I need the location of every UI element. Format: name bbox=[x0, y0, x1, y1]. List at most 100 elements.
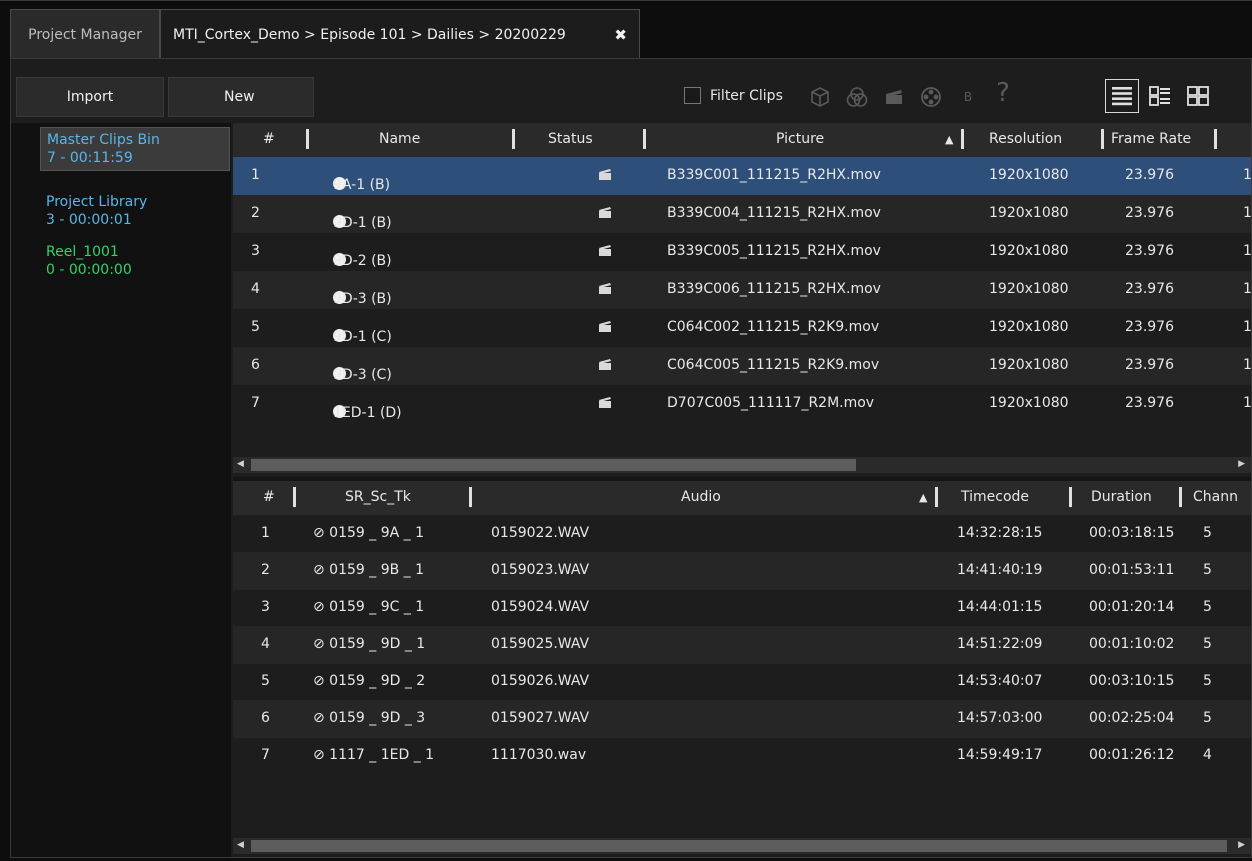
cell-extra: 1 bbox=[1243, 281, 1251, 297]
col-header-num[interactable]: # bbox=[263, 131, 275, 147]
filter-clips-checkbox[interactable] bbox=[684, 87, 701, 104]
cell-sr-sc-tk: ⊘ 0159 _ 9B _ 1 bbox=[313, 562, 425, 578]
cell-num: 4 bbox=[261, 636, 270, 652]
table-row[interactable]: 4 9D-3 (B) B339C006_111215_R2HX.mov 1920x10… bbox=[233, 271, 1251, 309]
cell-frame-rate: 23.976 bbox=[1125, 357, 1174, 373]
bin-name: Master Clips Bin bbox=[47, 132, 160, 148]
table-row[interactable]: 6 ⊘ 0159 _ 9D _ 3 0159027.WAV 14:57:03:00 00… bbox=[233, 700, 1251, 738]
cell-extra: 1 bbox=[1243, 243, 1251, 259]
filter-clips-label: Filter Clips bbox=[710, 87, 783, 104]
cell-frame-rate: 23.976 bbox=[1125, 319, 1174, 335]
color-circles-icon[interactable] bbox=[845, 85, 869, 109]
clip-name: 9D-3 (B) bbox=[333, 291, 392, 307]
bin-sidebar: Master Clips Bin 7 - 00:11:59 Project Li… bbox=[11, 123, 231, 857]
cell-timecode: 14:32:28:15 bbox=[957, 525, 1043, 541]
new-button[interactable]: New bbox=[168, 77, 314, 117]
scroll-left-icon[interactable]: ◀ bbox=[237, 840, 244, 850]
table-row[interactable]: 1 ⊘ 0159 _ 9A _ 1 0159022.WAV 14:32:28:15 00… bbox=[233, 515, 1251, 553]
table-row[interactable]: 7 1ED-1 (D) D707C005_111117_R2M.mov 1920x10… bbox=[233, 385, 1251, 423]
help-icon[interactable]: ? bbox=[991, 78, 1015, 108]
bin-project-library[interactable]: Project Library 3 - 00:00:01 bbox=[40, 190, 230, 232]
tab-strip: Project Manager MTI_Cortex_Demo > Episod… bbox=[0, 0, 1252, 62]
bin-master-clips[interactable]: Master Clips Bin 7 - 00:11:59 bbox=[40, 127, 230, 171]
cell-num: 3 bbox=[261, 599, 270, 615]
table-row[interactable]: 4 ⊘ 0159 _ 9D _ 1 0159025.WAV 14:51:22:09 00… bbox=[233, 626, 1251, 664]
cell-channels: 5 bbox=[1203, 636, 1212, 652]
cell-audio: 0159027.WAV bbox=[491, 710, 590, 726]
tab-dailies[interactable]: MTI_Cortex_Demo > Episode 101 > Dailies … bbox=[160, 9, 640, 60]
sort-asc-icon[interactable]: ▲ bbox=[945, 133, 953, 146]
table-row[interactable]: 5 ⊘ 0159 _ 9D _ 2 0159026.WAV 14:53:40:07 00… bbox=[233, 663, 1251, 701]
cell-extra: 1 bbox=[1243, 167, 1251, 183]
scrollbar-thumb[interactable] bbox=[251, 840, 1227, 852]
scrollbar-thumb[interactable] bbox=[251, 459, 856, 471]
cell-timecode: 14:59:49:17 bbox=[957, 747, 1043, 763]
grid-view-icon[interactable] bbox=[1181, 79, 1215, 113]
film-reel-icon[interactable] bbox=[919, 85, 943, 109]
cell-frame-rate: 23.976 bbox=[1125, 167, 1174, 183]
cell-picture: D707C005_111117_R2M.mov bbox=[667, 395, 875, 411]
tab-project-manager[interactable]: Project Manager bbox=[10, 9, 160, 60]
clapperboard-icon[interactable] bbox=[882, 85, 906, 109]
col-header-sr-sc-tk[interactable]: SR_Sc_Tk bbox=[345, 489, 411, 505]
clapperboard-icon bbox=[599, 283, 611, 294]
cell-channels: 5 bbox=[1203, 673, 1212, 689]
cell-audio: 0159025.WAV bbox=[491, 636, 590, 652]
tab-label: MTI_Cortex_Demo > Episode 101 > Dailies … bbox=[173, 27, 566, 43]
cell-resolution: 1920x1080 bbox=[989, 319, 1069, 335]
col-header-channels[interactable]: Chann bbox=[1193, 489, 1238, 505]
cell-resolution: 1920x1080 bbox=[989, 205, 1069, 221]
cell-picture: C064C002_111215_R2K9.mov bbox=[667, 319, 880, 335]
cell-extra: 1 bbox=[1243, 205, 1251, 221]
clip-name: 9A-1 (B) bbox=[333, 177, 391, 193]
table-row[interactable]: 1 9A-1 (B) B339C001_111215_R2HX.mov 1920x10… bbox=[233, 157, 1251, 195]
sort-asc-icon[interactable]: ▲ bbox=[919, 491, 927, 504]
cell-sr-sc-tk: ⊘ 1117 _ 1ED _ 1 bbox=[313, 747, 435, 763]
cell-num: 4 bbox=[251, 281, 260, 297]
cell-num: 7 bbox=[251, 395, 260, 411]
scroll-left-icon[interactable]: ◀ bbox=[237, 459, 244, 469]
filter-clips-toggle[interactable]: Filter Clips bbox=[684, 87, 783, 104]
table-row[interactable]: 2 9D-1 (B) B339C004_111215_R2HX.mov 1920x10… bbox=[233, 195, 1251, 233]
col-header-audio[interactable]: Audio bbox=[681, 489, 721, 505]
cell-picture: C064C005_111215_R2K9.mov bbox=[667, 357, 880, 373]
audio-horizontal-scrollbar[interactable]: ◀ ▶ bbox=[233, 838, 1251, 854]
import-button[interactable]: Import bbox=[16, 77, 164, 117]
detail-view-icon[interactable] bbox=[1143, 79, 1177, 113]
bin-name: Project Library bbox=[46, 194, 148, 210]
table-row[interactable]: 7 ⊘ 1117 _ 1ED _ 1 1117030.wav 14:59:49:17 0… bbox=[233, 737, 1251, 775]
col-header-resolution[interactable]: Resolution bbox=[989, 131, 1062, 147]
cell-picture: B339C001_111215_R2HX.mov bbox=[667, 167, 881, 183]
col-header-duration[interactable]: Duration bbox=[1091, 489, 1152, 505]
bin-reel-1001[interactable]: Reel_1001 0 - 00:00:00 bbox=[40, 240, 230, 282]
scroll-right-icon[interactable]: ▶ bbox=[1238, 459, 1245, 469]
b-icon[interactable]: B bbox=[956, 85, 980, 109]
cell-duration: 00:01:26:12 bbox=[1089, 747, 1175, 763]
cell-timecode: 14:53:40:07 bbox=[957, 673, 1043, 689]
cell-num: 3 bbox=[251, 243, 260, 259]
cell-num: 1 bbox=[251, 167, 260, 183]
table-row[interactable]: 6 9D-3 (C) C064C005_111215_R2K9.mov 1920x10… bbox=[233, 347, 1251, 385]
col-header-timecode[interactable]: Timecode bbox=[961, 489, 1029, 505]
table-row[interactable]: 2 ⊘ 0159 _ 9B _ 1 0159023.WAV 14:41:40:19 00… bbox=[233, 552, 1251, 590]
cell-timecode: 14:44:01:15 bbox=[957, 599, 1043, 615]
col-header-frame-rate[interactable]: Frame Rate bbox=[1111, 131, 1191, 147]
clip-name: 9D-1 (C) bbox=[333, 329, 392, 345]
col-header-picture[interactable]: Picture bbox=[776, 131, 824, 147]
table-row[interactable]: 5 9D-1 (C) C064C002_111215_R2K9.mov 1920x10… bbox=[233, 309, 1251, 347]
list-view-icon[interactable] bbox=[1105, 79, 1139, 113]
audio-table: # SR_Sc_Tk Audio ▲ Timecode Duration Cha… bbox=[233, 481, 1251, 857]
cell-frame-rate: 23.976 bbox=[1125, 395, 1174, 411]
cell-audio: 0159022.WAV bbox=[491, 525, 590, 541]
clip-name: 9D-1 (B) bbox=[333, 215, 392, 231]
close-icon[interactable]: ✖ bbox=[614, 26, 627, 44]
table-row[interactable]: 3 ⊘ 0159 _ 9C _ 1 0159024.WAV 14:44:01:15 00… bbox=[233, 589, 1251, 627]
bin-meta: 0 - 00:00:00 bbox=[46, 262, 132, 278]
cube-icon[interactable] bbox=[808, 85, 832, 109]
col-header-num[interactable]: # bbox=[263, 489, 275, 505]
table-row[interactable]: 3 9D-2 (B) B339C005_111215_R2HX.mov 1920x10… bbox=[233, 233, 1251, 271]
scroll-right-icon[interactable]: ▶ bbox=[1238, 840, 1245, 850]
col-header-status[interactable]: Status bbox=[548, 131, 593, 147]
clips-horizontal-scrollbar[interactable]: ◀ ▶ bbox=[233, 457, 1251, 473]
col-header-name[interactable]: Name bbox=[379, 131, 420, 147]
